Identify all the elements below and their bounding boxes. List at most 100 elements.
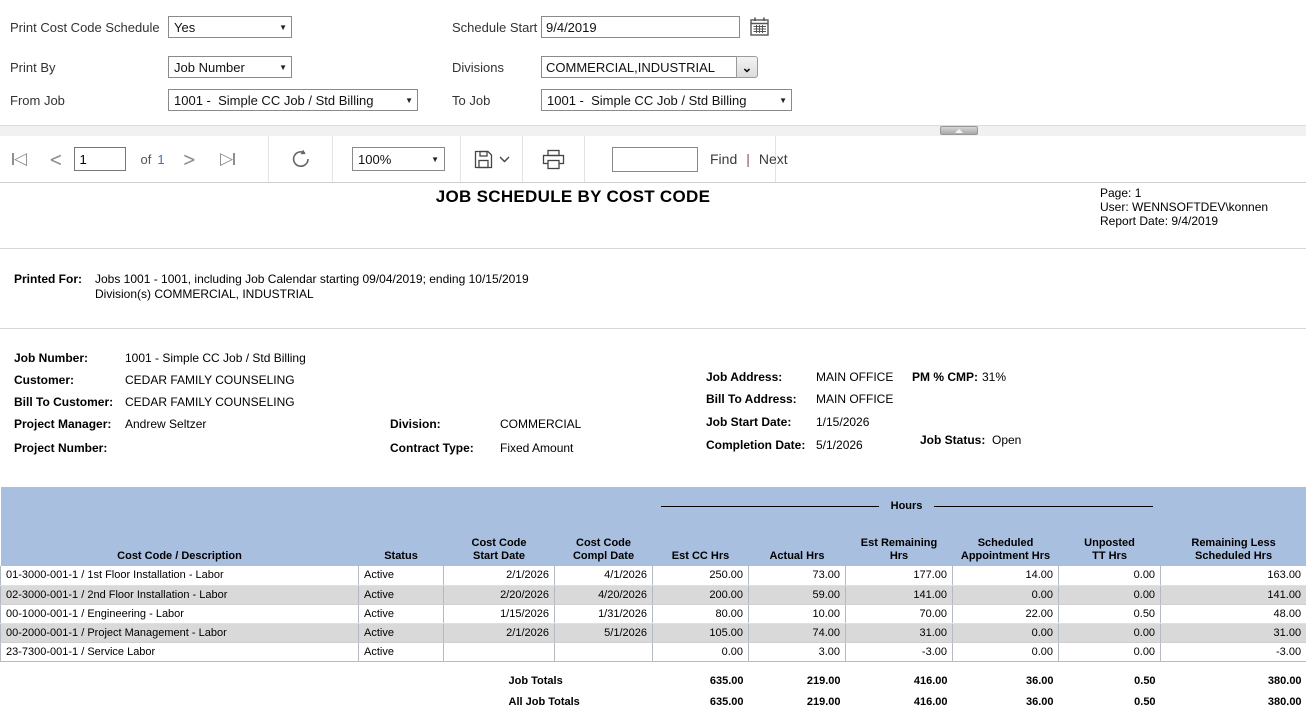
select-arrow-icon: ▼ [779, 96, 787, 105]
zoom-group: 100% ▼ [333, 136, 461, 182]
table-cell: 31.00 [1161, 623, 1306, 642]
print-icon [542, 149, 565, 170]
table-cell [444, 642, 555, 661]
total-pages: 1 [157, 152, 164, 167]
table-cell: 23-7300-001-1 / Service Labor [1, 642, 359, 661]
totals-value: 0.50 [1059, 691, 1161, 713]
table-cell: 1/15/2026 [444, 604, 555, 623]
prev-page-icon: < [49, 148, 62, 171]
table-cell: Active [359, 566, 444, 585]
totals-value: 36.00 [953, 691, 1059, 713]
table-row: 01-3000-001-1 / 1st Floor Installation -… [1, 566, 1306, 585]
totals-label: All Job Totals [444, 691, 653, 713]
table-cell: 22.00 [953, 604, 1059, 623]
find-next-separator: | [746, 151, 750, 167]
table-cell: 4/20/2026 [555, 585, 653, 604]
totals-value: 380.00 [1161, 691, 1306, 713]
customer-value: CEDAR FAMILY COUNSELING [125, 373, 295, 387]
print-by-label: Print By [10, 60, 56, 75]
hours-line-left [661, 506, 879, 507]
print-by-select[interactable]: Job Number ▼ [168, 56, 292, 78]
table-cell: 4/1/2026 [555, 566, 653, 585]
column-header: Scheduled Appointment Hrs [953, 526, 1059, 566]
totals-value: 36.00 [953, 661, 1059, 691]
bill-to-address-label: Bill To Address: [706, 392, 797, 406]
divisions-input[interactable] [541, 56, 737, 78]
export-button[interactable] [474, 150, 510, 169]
job-status-label: Job Status: [920, 433, 985, 447]
table-cell: 00-2000-001-1 / Project Management - Lab… [1, 623, 359, 642]
table-cell: 163.00 [1161, 566, 1306, 585]
totals-spacer [1, 661, 444, 691]
collapse-parameters-button[interactable] [940, 126, 978, 135]
last-page-button[interactable]: ▷ [220, 149, 235, 169]
completion-date-value: 5/1/2026 [816, 438, 863, 452]
project-manager-value: Andrew Seltzer [125, 417, 206, 431]
find-link[interactable]: Find [710, 151, 737, 167]
table-row: 23-7300-001-1 / Service LaborActive0.003… [1, 642, 1306, 661]
select-arrow-icon: ▼ [405, 96, 413, 105]
find-input[interactable] [612, 147, 698, 172]
table-cell: 01-3000-001-1 / 1st Floor Installation -… [1, 566, 359, 585]
division-label: Division: [390, 417, 441, 431]
pm-pct-cmp-label: PM % CMP: [912, 370, 978, 384]
to-job-label: To Job [452, 93, 490, 108]
table-cell: 80.00 [653, 604, 749, 623]
meta-report-date: Report Date: 9/4/2019 [1100, 214, 1268, 228]
column-header: Remaining Less Scheduled Hrs [1161, 526, 1306, 566]
first-page-button[interactable]: ◁ [12, 149, 27, 169]
customer-label: Customer: [14, 373, 74, 387]
zoom-select[interactable]: 100% ▼ [352, 147, 445, 171]
table-cell: 1/31/2026 [555, 604, 653, 623]
column-header: Status [359, 526, 444, 566]
page-number-input[interactable] [74, 147, 126, 171]
job-number-label: Job Number: [14, 351, 88, 365]
to-job-select[interactable]: 1001 - Simple CC Job / Std Billing ▼ [541, 89, 792, 111]
table-cell: Active [359, 604, 444, 623]
table-cell: 48.00 [1161, 604, 1306, 623]
schedule-start-label: Schedule Start [452, 20, 537, 35]
print-group [523, 136, 585, 182]
hours-group-row: Hours [1, 487, 1306, 526]
report-toolbar: ◁ < of 1 > ▷ 100% ▼ [0, 136, 1306, 183]
meta-page: Page: 1 [1100, 186, 1268, 200]
cost-code-table: Hours Cost Code / DescriptionStatusCost … [0, 487, 1306, 713]
pm-pct-cmp-value: 31% [982, 370, 1006, 384]
totals-value: 635.00 [653, 661, 749, 691]
next-page-button[interactable]: > [183, 150, 196, 169]
divisions-dropdown-button[interactable]: ⌄ [736, 56, 758, 78]
table-cell: 0.00 [1059, 642, 1161, 661]
report-meta: Page: 1 User: WENNSOFTDEV\konnen Report … [1100, 186, 1268, 228]
table-cell: -3.00 [846, 642, 953, 661]
previous-page-button[interactable]: < [49, 150, 62, 169]
divider-line [0, 328, 1306, 329]
table-cell: Active [359, 585, 444, 604]
print-cost-code-schedule-select[interactable]: Yes ▼ [168, 16, 292, 38]
refresh-button[interactable] [289, 147, 313, 171]
column-header: Cost Code / Description [1, 526, 359, 566]
table-cell: 14.00 [953, 566, 1059, 585]
report-title: JOB SCHEDULE BY COST CODE [0, 187, 1146, 207]
project-manager-label: Project Manager: [14, 417, 111, 431]
schedule-start-input[interactable] [541, 16, 740, 38]
table-cell: 00-1000-001-1 / Engineering - Labor [1, 604, 359, 623]
print-button[interactable] [542, 149, 565, 170]
table-cell: -3.00 [1161, 642, 1306, 661]
job-status-value: Open [992, 433, 1021, 447]
table-cell: 0.00 [953, 642, 1059, 661]
column-header: Est Remaining Hrs [846, 526, 953, 566]
table-cell: 105.00 [653, 623, 749, 642]
save-chevron-icon [499, 156, 510, 163]
totals-value: 0.50 [1059, 661, 1161, 691]
totals-spacer [1, 691, 444, 713]
totals-value: 380.00 [1161, 661, 1306, 691]
table-cell: 200.00 [653, 585, 749, 604]
table-cell: 2/20/2026 [444, 585, 555, 604]
table-cell: 0.00 [953, 585, 1059, 604]
hours-line-right [934, 506, 1152, 507]
from-job-select[interactable]: 1001 - Simple CC Job / Std Billing ▼ [168, 89, 418, 111]
totals-row: All Job Totals635.00219.00416.0036.000.5… [1, 691, 1306, 713]
division-value: COMMERCIAL [500, 417, 581, 431]
table-cell: 02-3000-001-1 / 2nd Floor Installation -… [1, 585, 359, 604]
schedule-start-calendar-button[interactable] [750, 17, 769, 36]
